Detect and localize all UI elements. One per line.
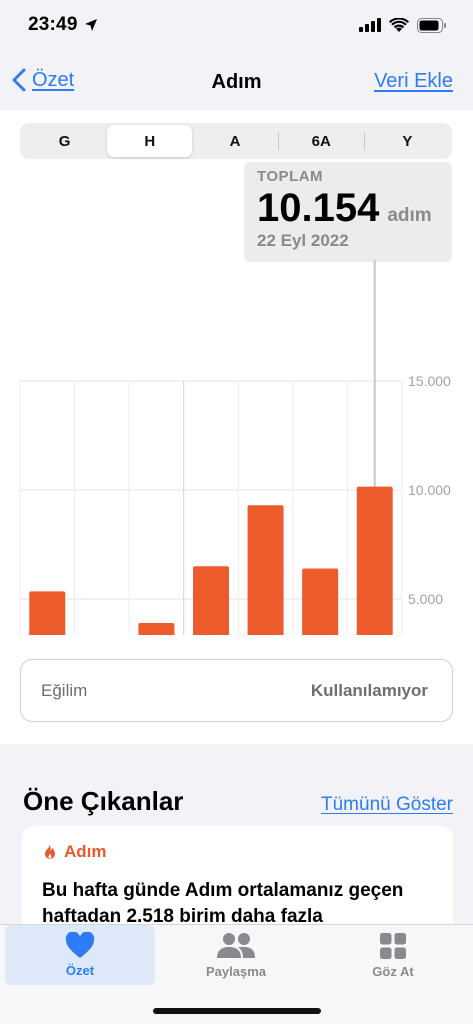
tab-browse[interactable]: Göz At bbox=[318, 925, 468, 985]
tab-sharing-label: Paylaşma bbox=[206, 963, 266, 979]
location-arrow-icon bbox=[84, 19, 97, 31]
highlight-text: Bu hafta günde Adım ortalamanız geçen ha… bbox=[42, 880, 404, 928]
bar-sal bbox=[247, 505, 284, 635]
tab-summary[interactable]: Özet bbox=[5, 925, 155, 985]
callout-value-row: 10.154 adım bbox=[257, 187, 439, 229]
add-data-button[interactable]: Veri Ekle bbox=[374, 70, 453, 93]
segment-day[interactable]: G bbox=[22, 125, 107, 157]
status-icons bbox=[359, 17, 447, 33]
y-tick-label: 15.000 bbox=[408, 373, 451, 389]
grid-icon bbox=[380, 932, 406, 959]
highlights-header: Öne Çıkanlar Tümünü Göster bbox=[23, 786, 453, 817]
back-button-label[interactable]: Özet bbox=[32, 69, 74, 92]
callout-value: 10.154 bbox=[257, 186, 380, 230]
status-bar: 23:49 bbox=[0, 0, 473, 50]
heart-icon bbox=[65, 932, 95, 958]
y-tick-label: 5.000 bbox=[408, 591, 443, 607]
steps-bar-chart[interactable]: 15.00010.0005.0000CumCmtPazPztSalÇarPer bbox=[0, 260, 473, 635]
people-icon bbox=[217, 932, 255, 958]
segment-week[interactable]: H bbox=[107, 125, 193, 157]
highlight-category-label: Adım bbox=[64, 842, 107, 861]
highlights-title: Öne Çıkanlar bbox=[23, 786, 184, 816]
bar-pzt bbox=[193, 566, 229, 635]
trend-row[interactable]: Eğilim Kullanılamıyor bbox=[20, 659, 453, 722]
trend-value: Kullanılamıyor bbox=[310, 680, 428, 700]
chevron-left-icon bbox=[12, 68, 26, 92]
y-tick-label: 10.000 bbox=[408, 482, 451, 498]
segment-six-months[interactable]: 6A bbox=[279, 125, 364, 157]
time-range-picker[interactable]: G H A 6A Y bbox=[20, 123, 452, 159]
show-all-link[interactable]: Tümünü Göster bbox=[321, 794, 453, 816]
bar-cum bbox=[29, 591, 66, 635]
cellular-signal-icon bbox=[359, 18, 381, 32]
bar-per bbox=[356, 486, 393, 635]
battery-icon bbox=[417, 17, 446, 33]
tab-sharing[interactable]: Paylaşma bbox=[161, 925, 311, 985]
callout-unit: adım bbox=[387, 205, 432, 226]
selection-callout: TOPLAM 10.154 adım 22 Eyl 2022 bbox=[244, 162, 452, 262]
segment-month[interactable]: A bbox=[192, 125, 277, 157]
wifi-icon bbox=[389, 17, 409, 32]
back-button[interactable]: Özet bbox=[12, 68, 74, 92]
clock-text: 23:49 bbox=[28, 14, 78, 35]
navigation-bar: Özet Adım Veri Ekle bbox=[0, 56, 473, 108]
bar-paz bbox=[138, 622, 175, 635]
callout-label: TOPLAM bbox=[257, 168, 324, 185]
trend-label: Eğilim bbox=[41, 680, 88, 700]
callout-date: 22 Eyl 2022 bbox=[257, 231, 349, 250]
tab-summary-label: Özet bbox=[65, 963, 95, 978]
tab-browse-label: Göz At bbox=[372, 963, 414, 979]
home-indicator bbox=[153, 1008, 321, 1014]
chart-card: G H A 6A Y TOPLAM 10.154 adım 22 Eyl 202… bbox=[0, 110, 473, 744]
page-title: Adım bbox=[211, 70, 262, 93]
flame-icon bbox=[45, 844, 55, 859]
segment-year[interactable]: Y bbox=[365, 125, 450, 157]
bar-çar bbox=[302, 568, 339, 635]
highlight-category: Adım bbox=[42, 842, 433, 862]
status-time: 23:49 bbox=[28, 14, 98, 36]
